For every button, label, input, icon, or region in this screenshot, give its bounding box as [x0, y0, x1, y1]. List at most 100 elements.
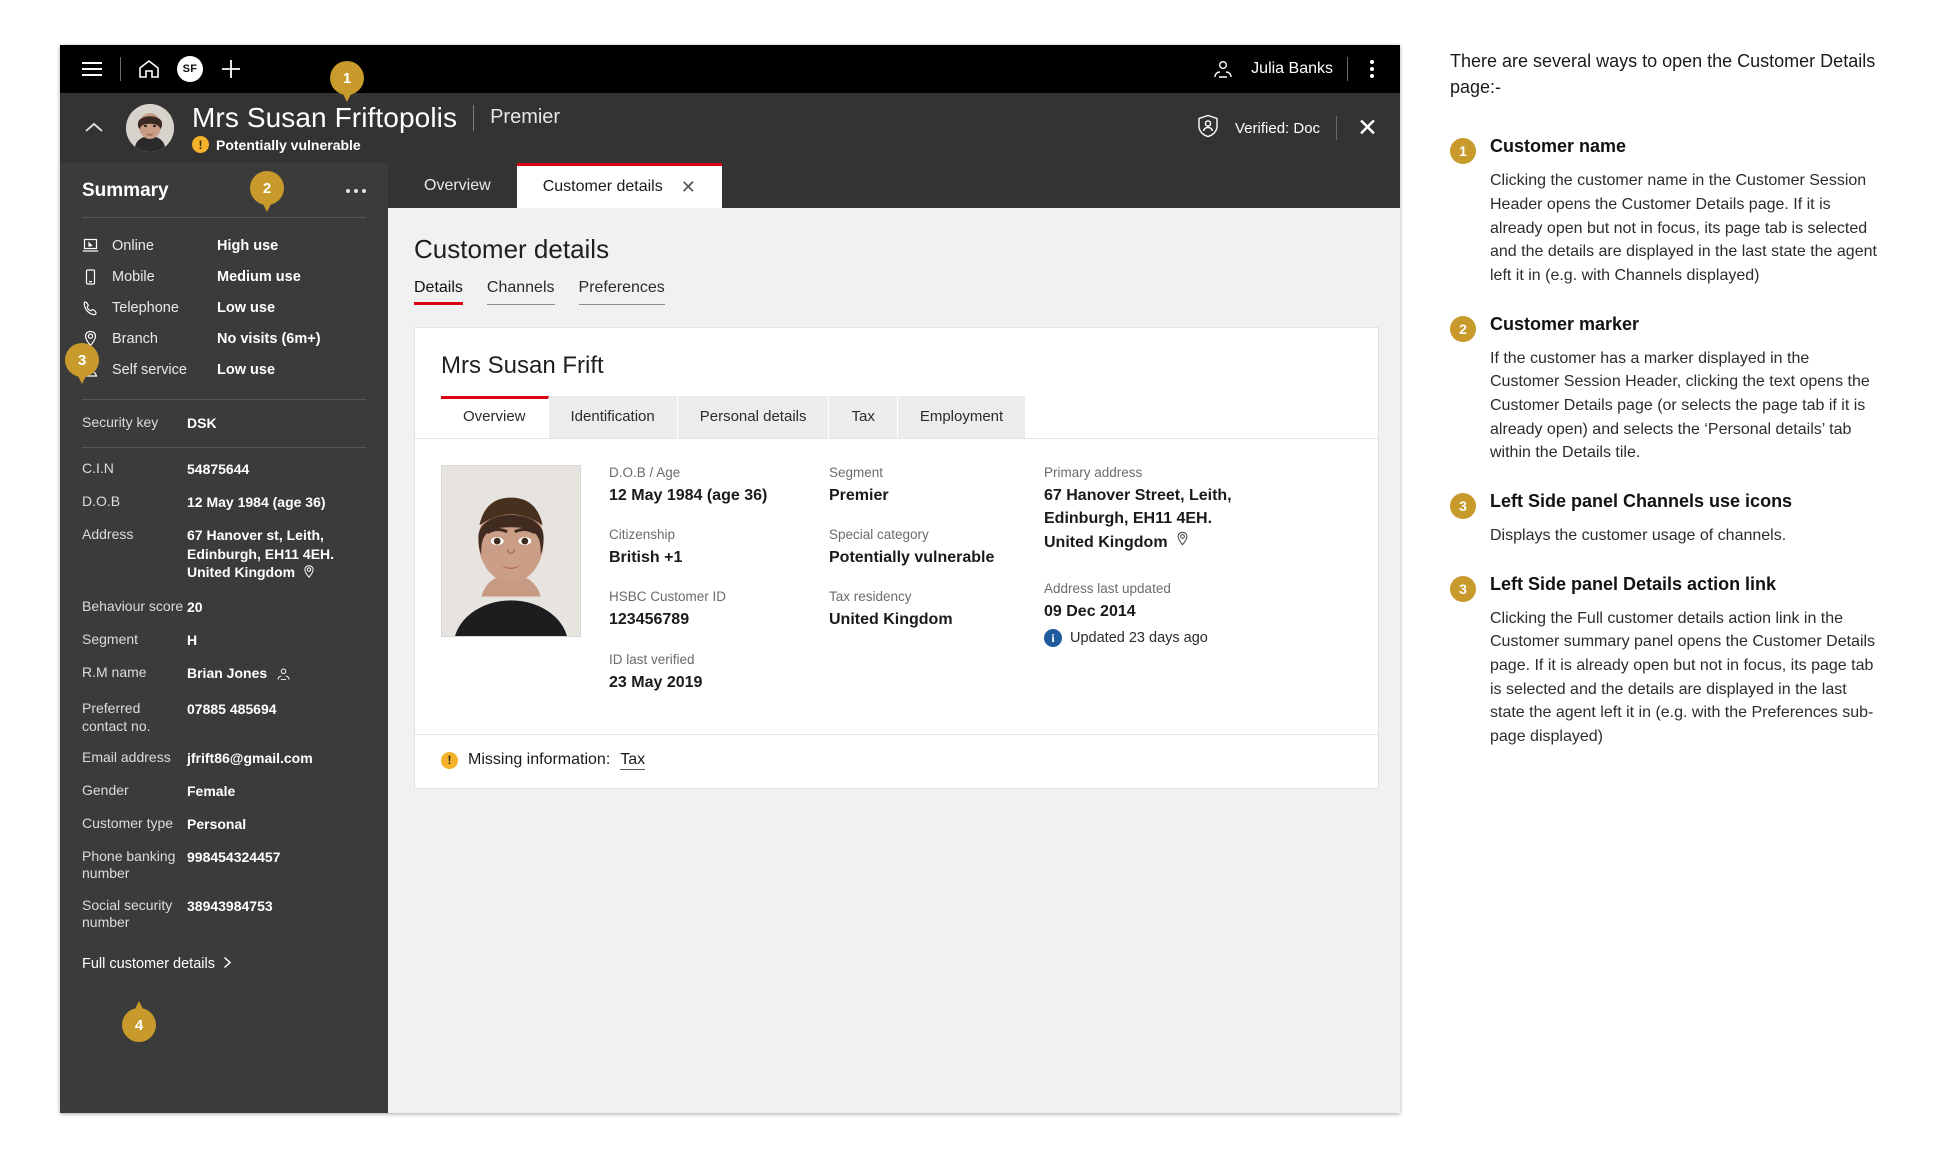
sub-link-details[interactable]: Details — [414, 279, 463, 305]
missing-information-label: Missing information: — [468, 751, 611, 769]
detail-row-cin: C.I.N 54875644 — [82, 460, 366, 479]
annotation-panel: There are several ways to open the Custo… — [1450, 48, 1880, 775]
field-label: Security key — [82, 414, 159, 430]
channel-label: Online — [112, 237, 154, 254]
hamburger-icon[interactable] — [78, 55, 106, 83]
field-citizenship: Citizenship British +1 — [609, 527, 829, 569]
card-tab-employment[interactable]: Employment — [897, 396, 1027, 438]
page-body: Customer details Details Channels Prefer… — [388, 208, 1400, 789]
field-value: DSK — [187, 415, 217, 431]
card-tab-identification[interactable]: Identification — [548, 396, 678, 438]
detail-row-email: Email address jfrift86@gmail.com — [82, 749, 366, 768]
customer-summary-panel: Summary Online High use Mobile Medium us… — [60, 163, 388, 1113]
laptop-icon — [82, 238, 104, 253]
channel-row-self-service[interactable]: Self service Low use — [82, 354, 366, 385]
annotation-intro: There are several ways to open the Custo… — [1450, 51, 1876, 98]
close-icon[interactable]: ✕ — [681, 178, 696, 196]
annotation-body: Displays the customer usage of channels. — [1490, 526, 1787, 544]
chevron-up-icon[interactable] — [74, 108, 114, 148]
tab-label: Overview — [424, 176, 491, 194]
annotation-title: Left Side panel Channels use icons — [1490, 490, 1793, 511]
field-label: D.O.B / Age — [609, 465, 681, 480]
sub-link-channels[interactable]: Channels — [486, 279, 555, 305]
tab-overview[interactable]: Overview — [398, 163, 517, 208]
verified-status: Verified: Doc — [1235, 119, 1321, 137]
field-label: HSBC Customer ID — [609, 589, 727, 605]
plus-icon[interactable] — [217, 55, 245, 83]
field-value: 07885 485694 — [187, 701, 277, 718]
customer-session-header: Mrs Susan Friftopolis Premier ! Potentia… — [60, 61, 1400, 163]
divider — [1336, 116, 1338, 140]
channel-row-mobile[interactable]: Mobile Medium use — [82, 261, 366, 292]
card-tab-tax[interactable]: Tax — [829, 396, 898, 438]
annotation-title: Customer marker — [1490, 313, 1640, 334]
customer-marker-label[interactable]: Potentially vulnerable — [216, 137, 361, 153]
card-tab-overview[interactable]: Overview — [441, 396, 549, 438]
customer-name[interactable]: Mrs Susan Friftopolis — [192, 102, 457, 134]
detail-row-gender: Gender Female — [82, 782, 366, 801]
field-column-3: Primary address 67 Hanover Street, Leith… — [1044, 465, 1352, 714]
field-value: 23 May 2019 — [609, 673, 703, 691]
field-primary-address: Primary address 67 Hanover Street, Leith… — [1044, 465, 1352, 555]
channel-row-online[interactable]: Online High use — [82, 230, 366, 261]
field-label: D.O.B — [82, 492, 121, 509]
avatar[interactable]: SF — [177, 56, 203, 82]
field-value: Personal — [187, 815, 247, 832]
channel-usage-list: Online High use Mobile Medium use Teleph… — [82, 218, 366, 393]
kebab-menu-icon[interactable] — [1362, 56, 1382, 82]
sub-link-preferences[interactable]: Preferences — [578, 279, 665, 305]
callout-pin-2: 2 — [250, 171, 284, 212]
field-label: Address — [82, 525, 134, 542]
field-value: Brian Jones — [187, 665, 268, 682]
tab-customer-details[interactable]: Customer details ✕ — [516, 163, 722, 208]
full-customer-details-link[interactable]: Full customer details — [82, 956, 232, 973]
ellipsis-icon[interactable] — [346, 189, 366, 193]
field-value: Female — [187, 782, 236, 799]
field-label: Tax residency — [829, 589, 912, 605]
detail-row-social-security: Social security number 38943984753 — [82, 897, 366, 932]
field-label: Primary address — [1044, 465, 1143, 480]
home-icon[interactable] — [135, 55, 163, 83]
field-value: British +1 — [609, 549, 683, 567]
sub-navigation: Details Channels Preferences — [414, 279, 1374, 305]
annotation-title: Left Side panel Details action link — [1490, 573, 1777, 594]
field-hsbc-customer-id: HSBC Customer ID 123456789 — [609, 589, 829, 631]
customer-photo — [441, 465, 581, 637]
close-icon[interactable]: ✕ — [1353, 115, 1382, 141]
field-label: Phone banking number — [82, 847, 176, 882]
channel-row-branch[interactable]: Branch No visits (6m+) — [82, 323, 366, 354]
missing-information-link[interactable]: Tax — [620, 751, 646, 770]
mobile-icon — [82, 268, 104, 285]
field-label: R.M name — [82, 664, 147, 681]
field-value: 09 Dec 2014 — [1044, 602, 1136, 620]
card-tab-personal-details[interactable]: Personal details — [677, 396, 830, 438]
customer-marker[interactable]: ! Potentially vulnerable — [192, 136, 560, 154]
channel-row-telephone[interactable]: Telephone Low use — [82, 292, 366, 323]
field-columns: D.O.B / Age 12 May 1984 (age 36) Citizen… — [609, 465, 1352, 714]
annotation-item-1: 1 Customer name Clicking the customer na… — [1450, 136, 1880, 287]
main-content: Overview Customer details ✕ Customer det… — [388, 163, 1400, 1113]
channel-label: Self service — [112, 361, 187, 378]
warning-icon: ! — [192, 136, 209, 154]
telephone-icon — [82, 300, 104, 316]
field-label: Citizenship — [609, 527, 676, 543]
user-name[interactable]: Julia Banks — [1251, 60, 1333, 78]
address-line-1: 67 Hanover Street, Leith, — [1044, 487, 1232, 504]
security-key-row: Security key DSK — [82, 400, 366, 433]
detail-row-address: Address 67 Hanover st, Leith, Edinburgh,… — [82, 526, 366, 585]
location-pin-icon[interactable] — [1175, 530, 1190, 554]
card-tab-bar: Overview Identification Personal details… — [415, 396, 1378, 439]
location-pin-icon[interactable] — [302, 564, 316, 584]
annotation-item-2: 2 Customer marker If the customer has a … — [1450, 314, 1880, 465]
field-value: 123456789 — [609, 611, 690, 629]
field-dob-age: D.O.B / Age 12 May 1984 (age 36) — [609, 465, 829, 507]
callout-pin-1: 1 — [330, 61, 364, 102]
annotation-item-3: 3 Left Side panel Channels use icons Dis… — [1450, 491, 1880, 548]
person-icon[interactable] — [276, 667, 291, 686]
divider — [1347, 57, 1348, 81]
field-label: Preferred contact no. — [82, 700, 151, 734]
field-label: Address last updated — [1044, 580, 1171, 596]
field-label: Gender — [82, 781, 129, 798]
field-column-1: D.O.B / Age 12 May 1984 (age 36) Citizen… — [609, 465, 829, 714]
channel-value: Low use — [217, 299, 276, 316]
